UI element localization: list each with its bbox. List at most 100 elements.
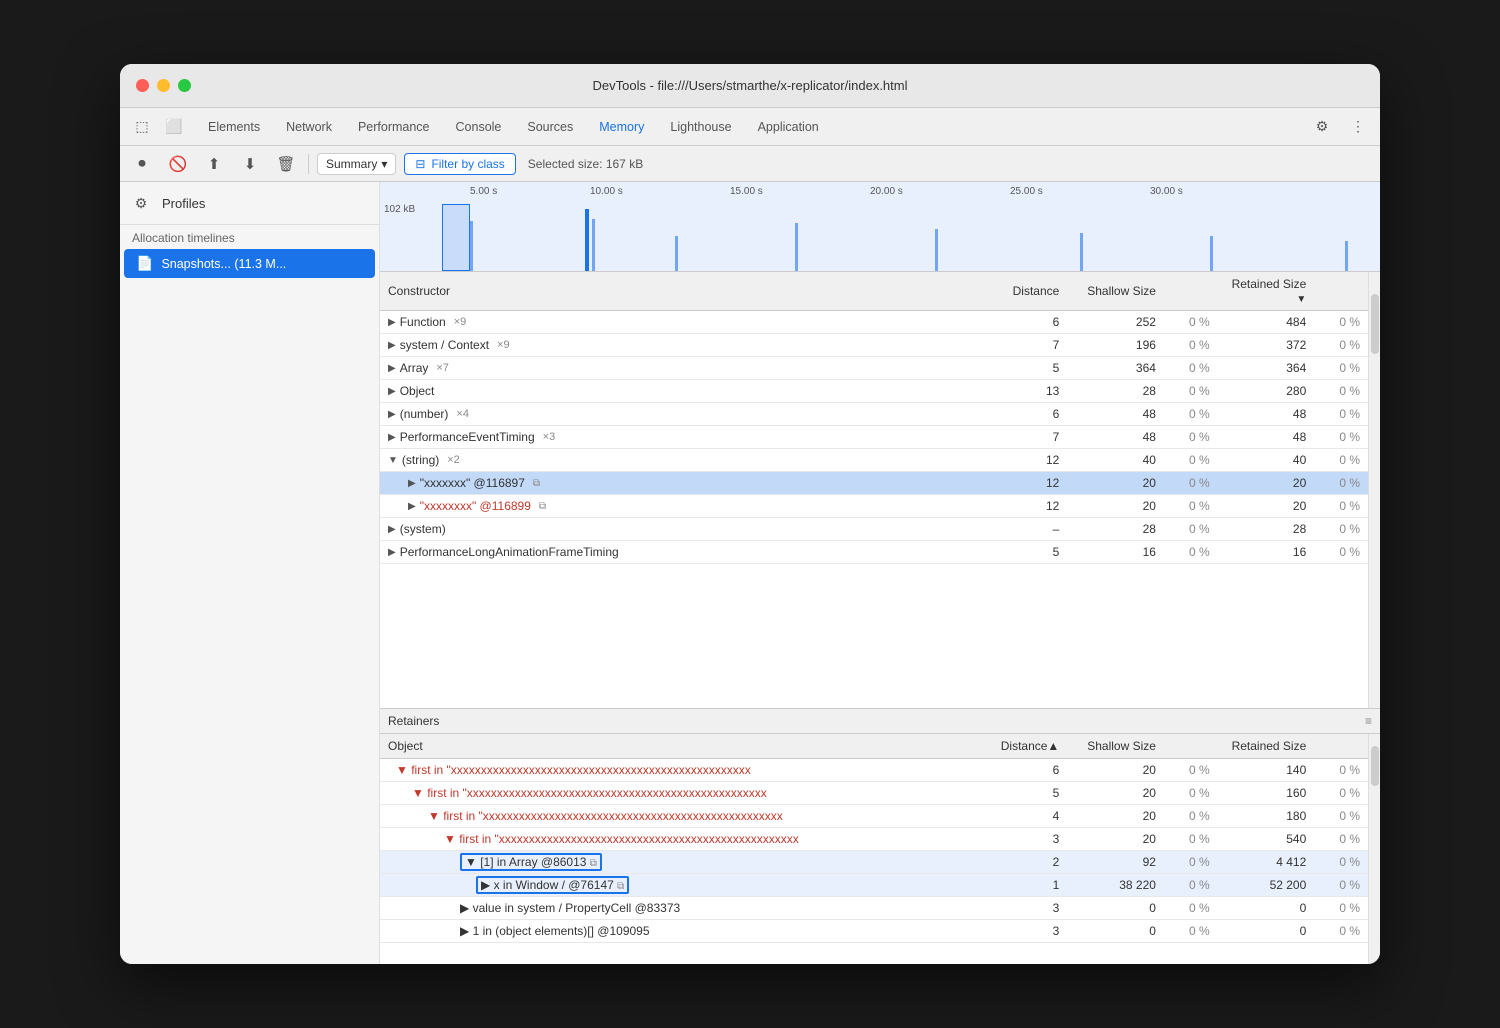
- timeline[interactable]: 102 kB 5.00 s 10.00 s 15.00 s 20.00 s 25…: [380, 182, 1380, 272]
- heap-table: Constructor Distance Shallow Size Retain…: [380, 272, 1368, 564]
- table-area: Constructor Distance Shallow Size Retain…: [380, 272, 1380, 964]
- ret-scrollbar-thumb[interactable]: [1371, 746, 1379, 786]
- download-button[interactable]: ⬇: [236, 150, 264, 178]
- close-button[interactable]: [136, 79, 149, 92]
- expand-arrow[interactable]: ▶: [388, 317, 396, 328]
- ret-col-retained-header[interactable]: Retained Size: [1218, 734, 1315, 759]
- retainer-object: ▼ first in "xxxxxxxxxxxxxxxxxxxxxxxxxxxx…: [388, 786, 963, 800]
- ret-shallow-pct: 0 %: [1164, 782, 1218, 805]
- retainers-section: Retainers ≡ Object Distance▲ Shallow Siz…: [380, 708, 1380, 964]
- ret-retained-pct: 0 %: [1314, 851, 1368, 874]
- retainers-data-table[interactable]: Object Distance▲ Shallow Size Retained S…: [380, 734, 1368, 964]
- filter-icon[interactable]: ⚙: [128, 190, 154, 216]
- table-row[interactable]: ▶"xxxxxxxx" @116899⧉ 12 20 0 % 20 0 %: [380, 495, 1368, 518]
- main-scrollbar[interactable]: [1368, 272, 1380, 708]
- expand-arrow[interactable]: ▶: [388, 340, 396, 351]
- retainer-object: ▼ first in "xxxxxxxxxxxxxxxxxxxxxxxxxxxx…: [388, 763, 963, 777]
- distance-cell: 12: [971, 449, 1068, 472]
- clear-button[interactable]: 🚫: [164, 150, 192, 178]
- tab-memory[interactable]: Memory: [587, 116, 656, 138]
- expand-arrow[interactable]: ▶: [388, 524, 396, 535]
- table-row-highlighted[interactable]: ▶"xxxxxxx" @116897⧉ 12 20 0 % 20 0 %: [380, 472, 1368, 495]
- count-badge: ×9: [497, 339, 510, 351]
- filter-by-class-button[interactable]: ⊟ Filter by class: [404, 153, 515, 175]
- retained-cell: 16: [1218, 541, 1315, 564]
- main-data-table[interactable]: Constructor Distance Shallow Size Retain…: [380, 272, 1368, 708]
- table-row[interactable]: ▶(number)×4 6 48 0 % 48 0 %: [380, 403, 1368, 426]
- expand-arrow[interactable]: ▶: [408, 501, 416, 512]
- col-constructor-header[interactable]: Constructor: [380, 272, 971, 311]
- ret-retained-pct: 0 %: [1314, 782, 1368, 805]
- ret-col-distance-header[interactable]: Distance▲: [971, 734, 1068, 759]
- table-row[interactable]: ▶PerformanceLongAnimationFrameTiming 5 1…: [380, 541, 1368, 564]
- retainers-scrollbar[interactable]: [1368, 734, 1380, 964]
- col-distance-header[interactable]: Distance: [971, 272, 1068, 311]
- ret-col-shallow-header[interactable]: Shallow Size: [1067, 734, 1164, 759]
- settings-icon[interactable]: ⚙: [1308, 113, 1336, 141]
- retainer-row[interactable]: ▼ first in "xxxxxxxxxxxxxxxxxxxxxxxxxxxx…: [380, 828, 1368, 851]
- shallow-cell: 20: [1067, 495, 1164, 518]
- device-icon[interactable]: ⬜: [160, 113, 188, 141]
- col-retained-header[interactable]: Retained Size: [1218, 272, 1315, 311]
- retained-pct-cell: 0 %: [1314, 357, 1368, 380]
- sidebar: ⚙ Profiles Allocation timelines 📄 Snapsh…: [120, 182, 380, 964]
- table-row[interactable]: ▶Object 13 28 0 % 280 0 %: [380, 380, 1368, 403]
- expand-arrow[interactable]: ▶: [408, 478, 416, 489]
- expand-arrow[interactable]: ▶: [388, 547, 396, 558]
- ret-shallow-pct: 0 %: [1164, 828, 1218, 851]
- retained-cell: 364: [1218, 357, 1315, 380]
- retainer-row[interactable]: ▼ first in "xxxxxxxxxxxxxxxxxxxxxxxxxxxx…: [380, 759, 1368, 782]
- upload-button[interactable]: ⬆: [200, 150, 228, 178]
- table-row[interactable]: ▶system / Context×9 7 196 0 % 372 0 %: [380, 334, 1368, 357]
- ret-shallow-pct: 0 %: [1164, 874, 1218, 897]
- collect-button[interactable]: 🗑: [272, 150, 300, 178]
- retainer-row[interactable]: ▼ first in "xxxxxxxxxxxxxxxxxxxxxxxxxxxx…: [380, 805, 1368, 828]
- ret-retained: 52 200: [1218, 874, 1315, 897]
- inspect-icon[interactable]: ⬚: [128, 113, 156, 141]
- expand-arrow[interactable]: ▶: [388, 432, 396, 443]
- tab-application[interactable]: Application: [746, 116, 831, 138]
- minimize-button[interactable]: [157, 79, 170, 92]
- table-row[interactable]: ▼(string)×2 12 40 0 % 40 0 %: [380, 449, 1368, 472]
- expand-arrow[interactable]: ▶: [388, 363, 396, 374]
- tab-sources[interactable]: Sources: [515, 116, 585, 138]
- table-row[interactable]: ▶PerformanceEventTiming×3 7 48 0 % 48 0 …: [380, 426, 1368, 449]
- col-retained-pct-header: [1314, 272, 1368, 311]
- table-row[interactable]: ▶Function×9 6 252 0 % 484 0 %: [380, 311, 1368, 334]
- retained-pct-cell: 0 %: [1314, 426, 1368, 449]
- copy-icon[interactable]: ⧉: [533, 478, 540, 489]
- ret-distance: 3: [971, 920, 1068, 943]
- retainers-table-element: Object Distance▲ Shallow Size Retained S…: [380, 734, 1368, 943]
- expand-arrow[interactable]: ▶: [388, 386, 396, 397]
- col-shallow-header[interactable]: Shallow Size: [1067, 272, 1164, 311]
- allocation-label: Allocation timelines: [120, 225, 379, 249]
- retainer-row[interactable]: ▶ 1 in (object elements)[] @109095 3 0 0…: [380, 920, 1368, 943]
- tab-lighthouse[interactable]: Lighthouse: [658, 116, 743, 138]
- tab-console[interactable]: Console: [444, 116, 514, 138]
- tab-elements[interactable]: Elements: [196, 116, 272, 138]
- constructor-name: "xxxxxxx" @116897: [420, 476, 525, 490]
- retainer-row-selected[interactable]: ▼ [1] in Array @86013 ⧉ 2 92 0 % 4 412 0…: [380, 851, 1368, 874]
- retainer-row[interactable]: ▼ first in "xxxxxxxxxxxxxxxxxxxxxxxxxxxx…: [380, 782, 1368, 805]
- table-row[interactable]: ▶(system) – 28 0 % 28 0 %: [380, 518, 1368, 541]
- retainers-scroll-icon: ≡: [1365, 714, 1372, 728]
- tab-network[interactable]: Network: [274, 116, 344, 138]
- scrollbar-thumb[interactable]: [1371, 294, 1379, 354]
- main-area: ⚙ Profiles Allocation timelines 📄 Snapsh…: [120, 182, 1380, 964]
- retained-pct-cell: 0 %: [1314, 472, 1368, 495]
- retainer-row[interactable]: ▶ value in system / PropertyCell @83373 …: [380, 897, 1368, 920]
- tab-performance[interactable]: Performance: [346, 116, 442, 138]
- window-title: DevTools - file:///Users/stmarthe/x-repl…: [593, 78, 908, 93]
- retainer-row-selected[interactable]: ▶ x in Window / @76147 ⧉ 1 38 220 0 % 52…: [380, 874, 1368, 897]
- ret-col-object-header[interactable]: Object: [380, 734, 971, 759]
- summary-dropdown[interactable]: Summary ▾: [317, 153, 396, 175]
- copy-icon[interactable]: ⧉: [539, 501, 546, 512]
- expand-arrow[interactable]: ▶: [388, 409, 396, 420]
- maximize-button[interactable]: [178, 79, 191, 92]
- expand-arrow[interactable]: ▼: [388, 455, 398, 466]
- more-icon[interactable]: ⋮: [1344, 113, 1372, 141]
- snapshot-icon: 📄: [136, 255, 153, 272]
- table-row[interactable]: ▶Array×7 5 364 0 % 364 0 %: [380, 357, 1368, 380]
- snapshot-item[interactable]: 📄 Snapshots... (11.3 M...: [124, 249, 375, 278]
- record-button[interactable]: ⏺: [128, 150, 156, 178]
